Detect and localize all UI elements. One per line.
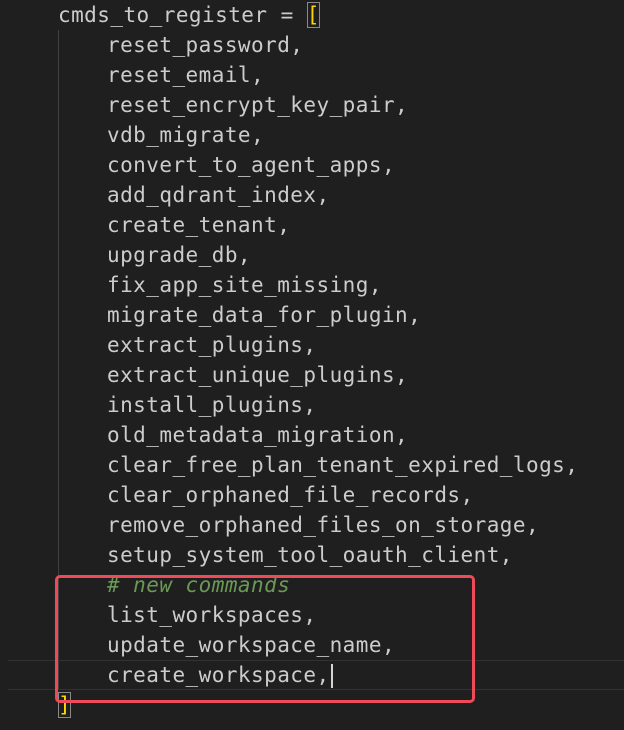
code-line[interactable]: remove_orphaned_files_on_storage, xyxy=(107,510,539,540)
code-line[interactable]: fix_app_site_missing, xyxy=(107,270,382,300)
assignment-text: cmds_to_register = xyxy=(58,3,307,27)
code-line[interactable]: convert_to_agent_apps, xyxy=(107,150,395,180)
code-line-assignment[interactable]: cmds_to_register = [ xyxy=(58,0,320,30)
code-line[interactable]: extract_plugins, xyxy=(107,330,317,360)
code-line[interactable]: list_workspaces, xyxy=(107,600,317,630)
code-line[interactable]: reset_encrypt_key_pair, xyxy=(107,90,408,120)
code-line[interactable]: old_metadata_migration, xyxy=(107,420,408,450)
code-line[interactable]: update_workspace_name, xyxy=(107,630,395,660)
indent-guide xyxy=(58,30,59,690)
comment-line[interactable]: # new commands xyxy=(107,570,290,600)
code-line[interactable]: vdb_migrate, xyxy=(107,120,264,150)
code-line[interactable]: upgrade_db, xyxy=(107,240,251,270)
code-line[interactable]: clear_free_plan_tenant_expired_logs, xyxy=(107,450,578,480)
code-line[interactable]: setup_system_tool_oauth_client, xyxy=(107,540,513,570)
code-line[interactable]: create_tenant, xyxy=(107,210,290,240)
code-line-current[interactable]: create_workspace, xyxy=(107,660,333,690)
current-line-text: create_workspace, xyxy=(107,663,330,687)
code-editor[interactable]: cmds_to_register = [ reset_password, res… xyxy=(0,0,624,730)
code-line[interactable]: clear_orphaned_file_records, xyxy=(107,480,474,510)
code-line-close[interactable]: ] xyxy=(58,690,72,720)
code-line[interactable]: reset_email, xyxy=(107,60,264,90)
code-line[interactable]: install_plugins, xyxy=(107,390,317,420)
code-line[interactable]: migrate_data_for_plugin, xyxy=(107,300,421,330)
text-cursor xyxy=(330,664,333,688)
code-line[interactable]: add_qdrant_index, xyxy=(107,180,330,210)
code-line[interactable]: extract_unique_plugins, xyxy=(107,360,408,390)
open-bracket: [ xyxy=(306,2,320,28)
code-line[interactable]: reset_password, xyxy=(107,30,303,60)
close-bracket: ] xyxy=(58,692,72,718)
